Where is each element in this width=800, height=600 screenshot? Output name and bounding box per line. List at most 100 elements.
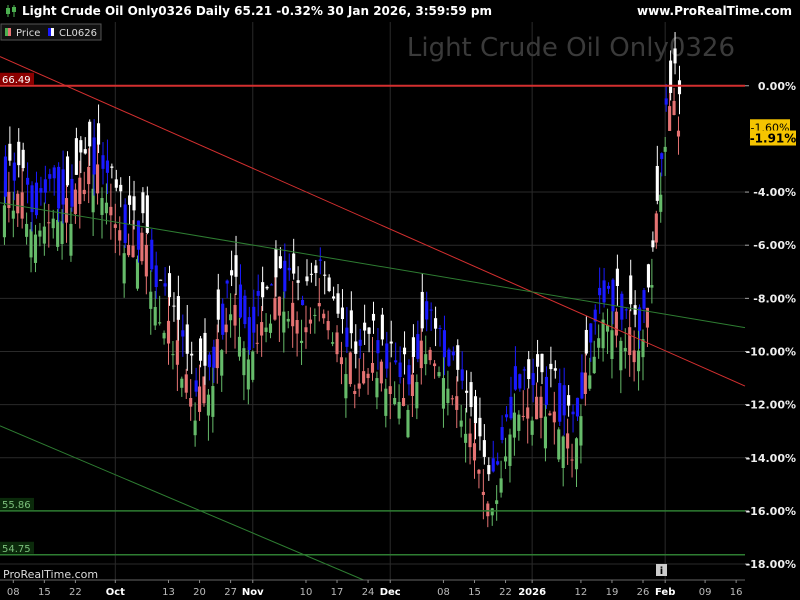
cl-candle <box>615 268 619 287</box>
cl-candle <box>416 334 420 359</box>
cl-candle <box>48 174 52 179</box>
cl-candle <box>300 299 305 306</box>
price-candle <box>7 191 11 208</box>
cl-candle <box>500 427 504 440</box>
price-candle <box>295 320 299 334</box>
cl-candle <box>447 349 451 366</box>
price-candle <box>131 245 135 258</box>
price-candle <box>676 130 681 137</box>
price-candle <box>512 412 516 438</box>
cl-candle <box>269 284 274 286</box>
price-candle <box>579 416 583 446</box>
price-candle <box>561 436 565 468</box>
cl-candle <box>150 239 154 270</box>
price-chart[interactable]: Light Crude Oil Only0326 66.49 55.86 54.75… <box>0 0 800 600</box>
price-candle <box>503 456 508 462</box>
legend[interactable]: Price CL0626 <box>0 23 102 41</box>
cl-candle <box>101 155 105 169</box>
price-candle <box>220 350 224 376</box>
cl-candle <box>651 240 655 248</box>
price-candle <box>282 311 286 333</box>
price-candle <box>668 106 672 131</box>
info-button[interactable]: i <box>656 564 667 577</box>
price-candle <box>175 340 179 365</box>
cl-candle <box>540 353 544 373</box>
price-candle <box>464 433 468 443</box>
price-candle <box>455 396 459 410</box>
x-tick-label: 13 <box>162 587 175 598</box>
cl-candle <box>296 280 300 283</box>
cl-candle <box>105 160 109 173</box>
y-tick-label: -8.00% <box>753 292 796 305</box>
cl-candle <box>65 156 70 186</box>
price-candle <box>2 205 6 238</box>
legend-price: Price <box>16 28 40 39</box>
price-candle <box>104 202 108 214</box>
price-candle <box>326 321 330 331</box>
cl-candle <box>411 337 415 357</box>
price-candle <box>193 420 197 436</box>
x-tick-label: Oct <box>106 587 125 598</box>
cl-candle <box>487 465 491 475</box>
cl-candle <box>110 166 114 168</box>
price-candle <box>659 194 663 212</box>
cl-candle <box>358 339 362 346</box>
cl-candle <box>580 372 584 399</box>
cl-candle <box>482 440 486 457</box>
cl-candle <box>79 140 83 153</box>
x-tick-label: 12 <box>575 587 588 598</box>
price-candle <box>543 416 547 449</box>
price-candle <box>149 291 153 309</box>
cl-candle <box>669 60 673 93</box>
cl-candle <box>398 362 402 378</box>
price-candle <box>366 373 370 379</box>
cl-candle <box>536 354 540 367</box>
cl-candle <box>602 280 606 303</box>
cl-candle <box>340 307 345 320</box>
price-candle <box>557 429 561 460</box>
cl-candle <box>225 280 229 284</box>
cl-candle <box>553 368 557 371</box>
cl-candle <box>190 353 194 356</box>
cl-candle <box>456 345 460 370</box>
x-tick-label: 27 <box>224 587 237 598</box>
cl-candle <box>575 397 580 417</box>
cl-candle <box>287 267 291 271</box>
cl-candle <box>212 346 216 368</box>
price-candle <box>162 332 166 339</box>
cl-candle <box>522 369 526 371</box>
price-candle <box>632 350 636 363</box>
cl-candle <box>141 192 145 214</box>
cl-candle <box>327 277 331 292</box>
price-candle <box>100 198 104 215</box>
price-candle <box>260 322 264 336</box>
price-candle <box>87 166 91 185</box>
y-tick-label: -16.00% <box>746 505 796 518</box>
cl-candle <box>119 184 123 192</box>
price-candle <box>401 398 406 406</box>
price-candle <box>393 397 397 405</box>
cl-candle <box>638 307 642 331</box>
price-candle <box>384 388 388 416</box>
cl-candle <box>243 295 247 325</box>
cl-candle <box>261 282 265 298</box>
cl-candle <box>3 156 7 197</box>
price-candle <box>69 223 73 256</box>
price-candle <box>299 340 304 343</box>
price-candle <box>348 352 352 385</box>
price-candle <box>410 374 414 396</box>
price-candle <box>650 285 654 288</box>
price-candle <box>264 327 268 332</box>
x-tick-label: 19 <box>606 587 619 598</box>
cl-candle <box>203 332 207 366</box>
cl-candle <box>558 383 562 422</box>
price-candle <box>450 398 454 400</box>
cl-candle <box>624 309 628 311</box>
cl-candle <box>567 395 571 406</box>
cl-candle <box>469 382 473 408</box>
x-tick-label: Feb <box>655 587 675 598</box>
price-candle <box>468 433 472 448</box>
price-candle <box>592 356 596 374</box>
cl-candle <box>309 273 313 275</box>
price-candle <box>313 314 317 316</box>
